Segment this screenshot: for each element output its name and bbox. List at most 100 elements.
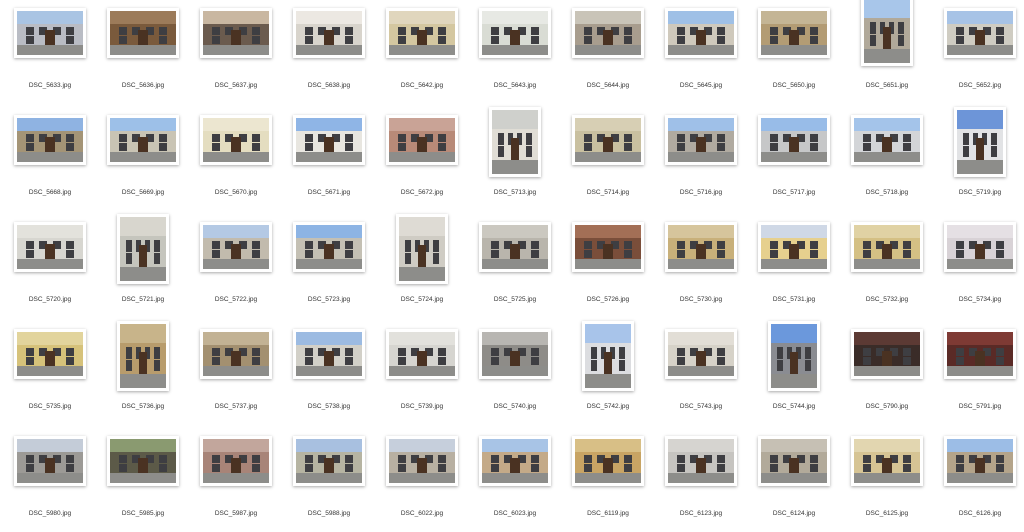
thumbnail-image[interactable]: [665, 329, 737, 379]
file-thumbnail[interactable]: DSC_5980.jpg: [4, 428, 96, 532]
thumbnail-image[interactable]: [293, 115, 365, 165]
file-thumbnail[interactable]: DSC_5672.jpg: [376, 107, 468, 211]
thumbnail-image[interactable]: [489, 107, 541, 177]
file-thumbnail[interactable]: DSC_5987.jpg: [190, 428, 282, 532]
file-thumbnail[interactable]: DSC_5985.jpg: [97, 428, 189, 532]
file-thumbnail[interactable]: DSC_5719.jpg: [934, 107, 1024, 211]
file-thumbnail[interactable]: DSC_5637.jpg: [190, 0, 282, 104]
thumbnail-image[interactable]: [758, 8, 830, 58]
file-thumbnail[interactable]: DSC_5642.jpg: [376, 0, 468, 104]
thumbnail-image[interactable]: [768, 321, 820, 391]
file-thumbnail[interactable]: DSC_5652.jpg: [934, 0, 1024, 104]
thumbnail-image[interactable]: [851, 115, 923, 165]
thumbnail-image[interactable]: [572, 436, 644, 486]
thumbnail-image[interactable]: [479, 436, 551, 486]
file-thumbnail[interactable]: DSC_5988.jpg: [283, 428, 375, 532]
thumbnail-image[interactable]: [665, 8, 737, 58]
file-thumbnail[interactable]: DSC_5724.jpg: [376, 214, 468, 318]
thumbnail-image[interactable]: [200, 436, 272, 486]
thumbnail-image[interactable]: [117, 214, 169, 284]
thumbnail-image[interactable]: [665, 222, 737, 272]
thumbnail-image[interactable]: [944, 329, 1016, 379]
thumbnail-image[interactable]: [293, 8, 365, 58]
file-thumbnail[interactable]: DSC_5713.jpg: [469, 107, 561, 211]
file-thumbnail[interactable]: DSC_5730.jpg: [655, 214, 747, 318]
file-thumbnail[interactable]: DSC_5644.jpg: [562, 0, 654, 104]
thumbnail-image[interactable]: [200, 329, 272, 379]
file-thumbnail[interactable]: DSC_5670.jpg: [190, 107, 282, 211]
thumbnail-image[interactable]: [572, 115, 644, 165]
file-thumbnail[interactable]: DSC_6023.jpg: [469, 428, 561, 532]
file-thumbnail[interactable]: DSC_6125.jpg: [841, 428, 933, 532]
file-thumbnail[interactable]: DSC_5734.jpg: [934, 214, 1024, 318]
file-thumbnail[interactable]: DSC_5737.jpg: [190, 321, 282, 425]
thumbnail-image[interactable]: [107, 8, 179, 58]
thumbnail-image[interactable]: [293, 222, 365, 272]
thumbnail-image[interactable]: [758, 436, 830, 486]
thumbnail-image[interactable]: [665, 436, 737, 486]
thumbnail-image[interactable]: [758, 115, 830, 165]
thumbnail-image[interactable]: [572, 8, 644, 58]
thumbnail-image[interactable]: [851, 436, 923, 486]
file-thumbnail[interactable]: DSC_5651.jpg: [841, 0, 933, 104]
file-thumbnail[interactable]: DSC_5740.jpg: [469, 321, 561, 425]
thumbnail-image[interactable]: [293, 436, 365, 486]
thumbnail-image[interactable]: [14, 436, 86, 486]
file-thumbnail[interactable]: DSC_5723.jpg: [283, 214, 375, 318]
thumbnail-image[interactable]: [200, 115, 272, 165]
file-thumbnail[interactable]: DSC_5791.jpg: [934, 321, 1024, 425]
file-thumbnail[interactable]: DSC_5636.jpg: [97, 0, 189, 104]
thumbnail-image[interactable]: [107, 115, 179, 165]
thumbnail-image[interactable]: [861, 0, 913, 66]
thumbnail-image[interactable]: [386, 8, 458, 58]
file-thumbnail[interactable]: DSC_5721.jpg: [97, 214, 189, 318]
file-thumbnail[interactable]: DSC_5718.jpg: [841, 107, 933, 211]
file-thumbnail[interactable]: DSC_5720.jpg: [4, 214, 96, 318]
thumbnail-image[interactable]: [954, 107, 1006, 177]
file-thumbnail[interactable]: DSC_5736.jpg: [97, 321, 189, 425]
file-thumbnail[interactable]: DSC_5790.jpg: [841, 321, 933, 425]
thumbnail-image[interactable]: [396, 214, 448, 284]
thumbnail-image[interactable]: [386, 436, 458, 486]
file-thumbnail[interactable]: DSC_6123.jpg: [655, 428, 747, 532]
file-thumbnail[interactable]: DSC_5650.jpg: [748, 0, 840, 104]
thumbnail-image[interactable]: [200, 8, 272, 58]
file-thumbnail[interactable]: DSC_5726.jpg: [562, 214, 654, 318]
file-thumbnail[interactable]: DSC_5738.jpg: [283, 321, 375, 425]
thumbnail-image[interactable]: [293, 329, 365, 379]
file-thumbnail[interactable]: DSC_5732.jpg: [841, 214, 933, 318]
thumbnail-image[interactable]: [386, 115, 458, 165]
thumbnail-image[interactable]: [107, 436, 179, 486]
file-thumbnail[interactable]: DSC_5717.jpg: [748, 107, 840, 211]
file-thumbnail[interactable]: DSC_6124.jpg: [748, 428, 840, 532]
file-thumbnail[interactable]: DSC_5669.jpg: [97, 107, 189, 211]
thumbnail-image[interactable]: [14, 222, 86, 272]
thumbnail-image[interactable]: [386, 329, 458, 379]
thumbnail-image[interactable]: [14, 329, 86, 379]
thumbnail-image[interactable]: [758, 222, 830, 272]
thumbnail-image[interactable]: [14, 115, 86, 165]
file-thumbnail[interactable]: DSC_5722.jpg: [190, 214, 282, 318]
thumbnail-image[interactable]: [665, 115, 737, 165]
thumbnail-image[interactable]: [944, 8, 1016, 58]
file-thumbnail[interactable]: DSC_5716.jpg: [655, 107, 747, 211]
thumbnail-image[interactable]: [117, 321, 169, 391]
file-thumbnail[interactable]: DSC_5638.jpg: [283, 0, 375, 104]
thumbnail-image[interactable]: [200, 222, 272, 272]
thumbnail-image[interactable]: [944, 222, 1016, 272]
thumbnail-image[interactable]: [851, 222, 923, 272]
thumbnail-image[interactable]: [572, 222, 644, 272]
file-thumbnail[interactable]: DSC_6119.jpg: [562, 428, 654, 532]
thumbnail-image[interactable]: [479, 222, 551, 272]
file-thumbnail[interactable]: DSC_5714.jpg: [562, 107, 654, 211]
file-thumbnail[interactable]: DSC_5668.jpg: [4, 107, 96, 211]
file-thumbnail[interactable]: DSC_6022.jpg: [376, 428, 468, 532]
thumbnail-image[interactable]: [582, 321, 634, 391]
thumbnail-image[interactable]: [479, 329, 551, 379]
file-thumbnail[interactable]: DSC_5731.jpg: [748, 214, 840, 318]
file-thumbnail[interactable]: DSC_5743.jpg: [655, 321, 747, 425]
file-thumbnail[interactable]: DSC_5725.jpg: [469, 214, 561, 318]
thumbnail-image[interactable]: [14, 8, 86, 58]
thumbnail-image[interactable]: [479, 8, 551, 58]
file-thumbnail[interactable]: DSC_5735.jpg: [4, 321, 96, 425]
